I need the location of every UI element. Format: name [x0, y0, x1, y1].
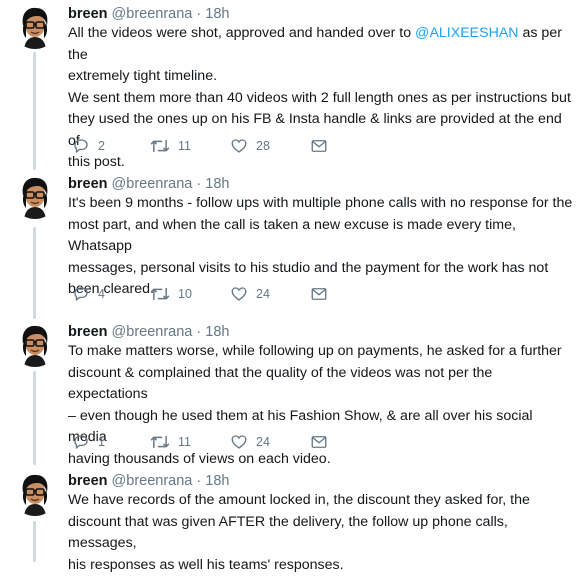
retweet-button[interactable]: 11 — [150, 433, 191, 451]
reply-button[interactable]: 1 — [72, 433, 105, 451]
author-handle[interactable]: @breenrana — [112, 176, 193, 192]
author-name[interactable]: breen — [68, 6, 108, 22]
reply-icon — [74, 139, 88, 153]
retweet-icon — [150, 139, 170, 153]
avatar[interactable] — [12, 3, 58, 49]
tweet-header: breen @breenrana · 18h — [68, 175, 229, 193]
timestamp[interactable]: 18h — [205, 6, 229, 22]
retweet-count: 11 — [178, 435, 191, 449]
envelope-icon — [311, 436, 327, 448]
cartoon-avatar-icon — [12, 470, 58, 516]
retweet-count: 10 — [178, 287, 192, 301]
like-count: 24 — [256, 287, 270, 301]
timestamp[interactable]: 18h — [205, 176, 229, 192]
tweet[interactable]: breen @breenrana · 18h All the videos we… — [0, 3, 577, 170]
reply-button[interactable]: 4 — [72, 285, 105, 303]
avatar[interactable] — [12, 470, 58, 516]
separator: · — [196, 473, 202, 489]
avatar[interactable] — [12, 321, 58, 367]
direct-message-button[interactable] — [310, 285, 328, 303]
like-count: 28 — [256, 139, 270, 153]
cartoon-avatar-icon — [12, 321, 58, 367]
tweet-header: breen @breenrana · 18h — [68, 5, 229, 23]
reply-icon — [74, 287, 88, 301]
reply-count: 1 — [98, 435, 105, 449]
retweet-icon — [150, 435, 170, 449]
cartoon-avatar-icon — [12, 173, 58, 219]
direct-message-button[interactable] — [310, 433, 328, 451]
like-count: 24 — [256, 435, 270, 449]
retweet-button[interactable]: 10 — [150, 285, 192, 303]
retweet-button[interactable]: 11 — [150, 137, 191, 155]
like-button[interactable]: 24 — [230, 285, 270, 303]
tweet-header: breen @breenrana · 18h — [68, 323, 229, 341]
reply-count: 2 — [98, 139, 105, 153]
heart-icon — [231, 435, 247, 449]
tweet-text: We have records of the amount locked in,… — [68, 492, 530, 573]
separator: · — [196, 324, 202, 340]
retweet-icon — [150, 287, 170, 301]
mention-link[interactable]: @ALIXEESHAN — [415, 25, 519, 41]
reply-icon — [74, 435, 88, 449]
heart-icon — [231, 287, 247, 301]
avatar[interactable] — [12, 173, 58, 219]
author-handle[interactable]: @breenrana — [112, 473, 193, 489]
author-name[interactable]: breen — [68, 473, 108, 489]
reply-button[interactable]: 2 — [72, 137, 105, 155]
cartoon-avatar-icon — [12, 3, 58, 49]
direct-message-button[interactable] — [310, 137, 328, 155]
author-name[interactable]: breen — [68, 176, 108, 192]
separator: · — [196, 176, 202, 192]
tweet-header: breen @breenrana · 18h — [68, 472, 229, 490]
heart-icon — [231, 139, 247, 153]
envelope-icon — [311, 140, 327, 152]
author-handle[interactable]: @breenrana — [112, 324, 193, 340]
tweet-text-part: All the videos were shot, approved and h… — [68, 25, 416, 41]
tweet[interactable]: breen @breenrana · 18h We have records o… — [0, 470, 577, 573]
tweet[interactable]: breen @breenrana · 18h To make matters w… — [0, 321, 577, 467]
reply-count: 4 — [98, 287, 105, 301]
author-name[interactable]: breen — [68, 324, 108, 340]
like-button[interactable]: 24 — [230, 433, 270, 451]
author-handle[interactable]: @breenrana — [112, 6, 193, 22]
separator: · — [196, 6, 202, 22]
like-button[interactable]: 28 — [230, 137, 270, 155]
envelope-icon — [311, 288, 327, 300]
timestamp[interactable]: 18h — [205, 324, 229, 340]
timestamp[interactable]: 18h — [205, 473, 229, 489]
tweet[interactable]: breen @breenrana · 18h It's been 9 month… — [0, 173, 577, 313]
retweet-count: 11 — [178, 139, 191, 153]
